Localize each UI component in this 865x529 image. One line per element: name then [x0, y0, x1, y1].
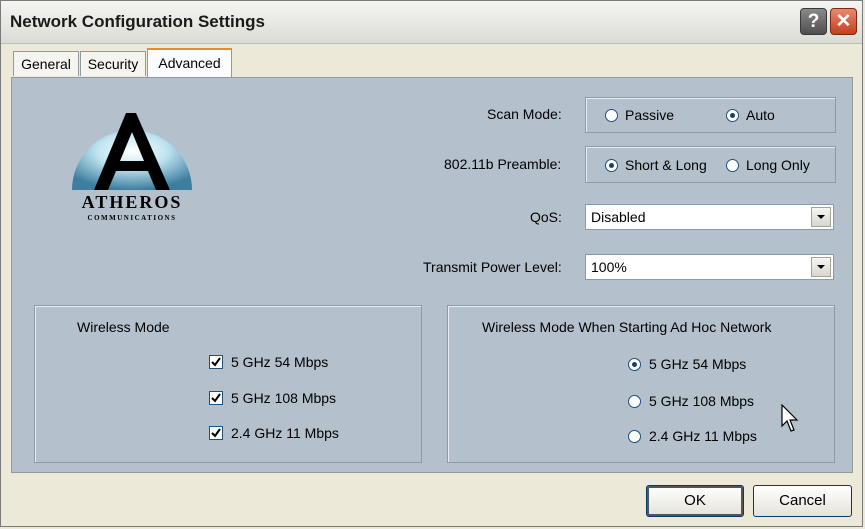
atheros-logo: ATHEROS COMMUNICATIONS — [62, 108, 202, 238]
adhoc-mode-title: Wireless Mode When Starting Ad Hoc Netwo… — [482, 319, 772, 335]
preamble-long-only-radio[interactable] — [726, 159, 739, 172]
cancel-button[interactable]: Cancel — [753, 485, 852, 517]
preamble-short-long-radio[interactable] — [605, 159, 618, 172]
qos-select[interactable]: Disabled — [585, 204, 834, 230]
window-title: Network Configuration Settings — [10, 12, 265, 31]
adhoc-24ghz-11-radio[interactable] — [628, 430, 641, 443]
close-icon: ✕ — [835, 11, 852, 32]
qos-label: QoS: — [530, 209, 562, 225]
question-icon: ? — [807, 11, 820, 32]
ok-button[interactable]: OK — [646, 485, 744, 517]
preamble-label: 802.11b Preamble: — [444, 156, 562, 172]
wireless-mode-group: Wireless Mode 5 GHz 54 Mbps 5 GHz 108 Mb… — [34, 305, 422, 463]
wireless-24ghz-11-label[interactable]: 2.4 GHz 11 Mbps — [231, 425, 339, 441]
qos-value: Disabled — [591, 209, 646, 225]
transmit-power-dropdown-button[interactable] — [811, 257, 831, 277]
adhoc-5ghz-54-label[interactable]: 5 GHz 54 Mbps — [649, 356, 746, 372]
chevron-down-icon — [817, 215, 825, 219]
checkmark-icon — [211, 428, 221, 438]
qos-dropdown-button[interactable] — [811, 207, 831, 227]
title-bar[interactable]: Network Configuration Settings ? ✕ — [1, 1, 862, 44]
transmit-power-value: 100% — [591, 259, 627, 275]
tab-security[interactable]: Security — [80, 51, 146, 76]
scan-mode-passive-label[interactable]: Passive — [625, 107, 674, 123]
wireless-24ghz-11-checkbox[interactable] — [209, 426, 223, 440]
wireless-5ghz-54-checkbox[interactable] — [209, 355, 223, 369]
adhoc-5ghz-108-radio[interactable] — [628, 395, 641, 408]
scan-mode-passive-radio[interactable] — [605, 109, 618, 122]
chevron-down-icon — [817, 265, 825, 269]
checkmark-icon — [211, 357, 221, 367]
adhoc-mode-group: Wireless Mode When Starting Ad Hoc Netwo… — [447, 305, 835, 463]
mouse-cursor-icon — [781, 404, 799, 432]
tab-advanced[interactable]: Advanced — [147, 48, 232, 77]
close-button[interactable]: ✕ — [830, 8, 857, 35]
adhoc-5ghz-54-radio[interactable] — [628, 358, 641, 371]
scan-mode-auto-radio[interactable] — [726, 109, 739, 122]
advanced-panel: ATHEROS COMMUNICATIONS Scan Mode: Passiv… — [11, 77, 853, 473]
logo-sub-text: COMMUNICATIONS — [87, 214, 177, 222]
scan-mode-auto-label[interactable]: Auto — [746, 107, 775, 123]
adhoc-24ghz-11-label[interactable]: 2.4 GHz 11 Mbps — [649, 428, 757, 444]
help-button[interactable]: ? — [800, 8, 827, 35]
preamble-group: Short & Long Long Only — [585, 146, 836, 183]
checkmark-icon — [211, 393, 221, 403]
preamble-long-only-label[interactable]: Long Only — [746, 157, 810, 173]
wireless-mode-title: Wireless Mode — [77, 319, 170, 335]
wireless-5ghz-54-label[interactable]: 5 GHz 54 Mbps — [231, 354, 328, 370]
adhoc-5ghz-108-label[interactable]: 5 GHz 108 Mbps — [649, 393, 754, 409]
scan-mode-group: Passive Auto — [585, 97, 836, 133]
wireless-5ghz-108-checkbox[interactable] — [209, 391, 223, 405]
preamble-short-long-label[interactable]: Short & Long — [625, 157, 707, 173]
logo-brand-text: ATHEROS — [81, 192, 183, 212]
transmit-power-label: Transmit Power Level: — [423, 259, 562, 275]
scan-mode-label: Scan Mode: — [487, 106, 562, 122]
transmit-power-select[interactable]: 100% — [585, 254, 834, 280]
tab-general[interactable]: General — [13, 51, 79, 76]
wireless-5ghz-108-label[interactable]: 5 GHz 108 Mbps — [231, 390, 336, 406]
dialog-window: Network Configuration Settings ? ✕ Gener… — [0, 0, 863, 527]
